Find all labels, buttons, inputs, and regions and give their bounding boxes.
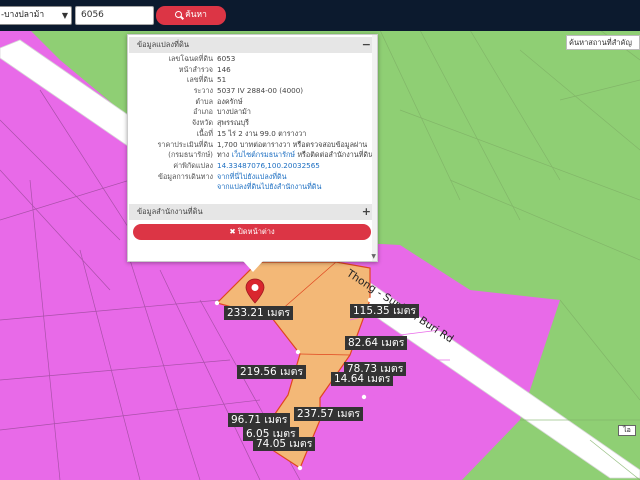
info-label: เลขที่ดิน bbox=[186, 75, 213, 85]
parcel-info-title: ข้อมูลแปลงที่ดิน bbox=[137, 40, 189, 49]
info-row: เลขที่ดิน 51 bbox=[129, 75, 374, 86]
expand-icon[interactable]: + bbox=[362, 204, 371, 220]
district-select[interactable]: -บางปลาม้า ▼ bbox=[0, 6, 72, 25]
info-label: (กรมธนารักษ์) bbox=[168, 150, 213, 160]
info-label: ข้อมูลการเดินทาง bbox=[158, 171, 213, 181]
top-toolbar: -บางปลาม้า ▼ 6056 ค้นหา bbox=[0, 0, 640, 31]
info-row: อำเภอ บางปลาม้า bbox=[129, 107, 374, 118]
land-office-title: ข้อมูลสำนักงานที่ดิน bbox=[137, 207, 203, 216]
info-row: (กรมธนารักษ์) ทาง เว็บไซต์กรมธนารักษ์ หรื… bbox=[129, 150, 374, 161]
info-value: สุพรรณบุรี bbox=[217, 118, 249, 128]
value-suffix: หรือติดต่อสำนักงานที่ดิน bbox=[295, 150, 374, 160]
map-badge[interactable]: ไอ bbox=[618, 425, 636, 436]
value-prefix: ทาง bbox=[217, 150, 232, 160]
info-row: เนื้อที่ 15 ไร่ 2 งาน 99.0 ตารางวา bbox=[129, 129, 374, 140]
info-row: ระวาง 5037 IV 2884-00 (4000) bbox=[129, 86, 374, 97]
parcel-info-header[interactable]: ข้อมูลแปลงที่ดิน − bbox=[129, 37, 374, 53]
info-label: ระวาง bbox=[193, 86, 213, 96]
scroll-down-icon[interactable]: ▼ bbox=[371, 253, 376, 260]
info-value: 51 bbox=[217, 75, 227, 85]
distance-label: 219.56 เมตร bbox=[237, 365, 307, 379]
info-label: จังหวัด bbox=[191, 118, 213, 128]
directions-to-parcel-link[interactable]: จากที่นี่ไปยังแปลงที่ดิน bbox=[217, 172, 287, 183]
info-label: ค่าพิกัดแปลง bbox=[173, 160, 213, 170]
parcel-info-rows: เลขโฉนดที่ดิน 6053 หน้าสำรวจ 146 เลขที่ดิน… bbox=[129, 54, 374, 193]
coordinates-link[interactable]: 14.33487076,100.20032565 bbox=[217, 161, 320, 172]
info-row: จังหวัด สุพรรณบุรี bbox=[129, 118, 374, 129]
collapse-icon[interactable]: − bbox=[362, 37, 371, 53]
search-button-label: ค้นหา bbox=[185, 10, 207, 20]
info-value: 146 bbox=[217, 64, 231, 74]
info-row: หน้าสำรวจ 146 bbox=[129, 65, 374, 76]
location-pin-icon[interactable] bbox=[245, 278, 265, 304]
distance-label: 115.35 เมตร bbox=[350, 304, 420, 318]
district-select-value: -บางปลาม้า bbox=[1, 10, 45, 20]
distance-label: 233.21 เมตร bbox=[224, 306, 294, 320]
popup-tail bbox=[243, 261, 263, 272]
distance-label: 74.05 เมตร bbox=[253, 437, 316, 451]
info-label: เลขโฉนดที่ดิน bbox=[168, 54, 213, 63]
info-row: ข้อมูลการเดินทาง จากที่นี่ไปยังแปลงที่ดิน bbox=[129, 172, 374, 183]
popup-scrollbar[interactable] bbox=[372, 35, 377, 261]
info-label: อำเภอ bbox=[193, 107, 213, 117]
search-button[interactable]: ค้นหา bbox=[156, 6, 226, 25]
chevron-down-icon: ▼ bbox=[61, 11, 68, 20]
info-label: หน้าสำรวจ bbox=[178, 64, 213, 74]
info-row: ราคาประเมินที่ดิน 1,700 บาทต่อตารางวา หรื… bbox=[129, 140, 374, 151]
info-value: 1,700 บาทต่อตารางวา หรือตรวจสอบข้อมูลผ่า… bbox=[217, 139, 368, 149]
info-label: ราคาประเมินที่ดิน bbox=[157, 139, 213, 149]
distance-label: 82.64 เมตร bbox=[345, 336, 408, 350]
info-value: ทาง เว็บไซต์กรมธนารักษ์ หรือติดต่อสำนักง… bbox=[217, 150, 373, 161]
directions-to-office-link[interactable]: จากแปลงที่ดินไปยังสำนักงานที่ดิน bbox=[217, 182, 321, 193]
distance-label: 14.64 เมตร bbox=[331, 372, 394, 386]
info-row: จากแปลงที่ดินไปยังสำนักงานที่ดิน bbox=[129, 182, 374, 193]
info-label: ตำบล bbox=[195, 96, 213, 106]
info-value: 5037 IV 2884-00 (4000) bbox=[217, 86, 304, 96]
parcel-info-popup: ข้อมูลแปลงที่ดิน − เลขโฉนดที่ดิน 6053 หน้… bbox=[127, 34, 378, 262]
distance-label: 96.71 เมตร bbox=[228, 413, 291, 427]
parcel-number-input[interactable]: 6056 bbox=[75, 6, 154, 25]
close-window-button[interactable]: ✖ ปิดหน้าต่าง bbox=[133, 224, 371, 240]
info-row: ตำบล องครักษ์ bbox=[129, 97, 374, 108]
landmark-search-input[interactable]: ค้นหาสถานที่สำคัญ bbox=[566, 35, 640, 50]
info-value: 15 ไร่ 2 งาน 99.0 ตารางวา bbox=[217, 128, 307, 138]
search-icon bbox=[175, 11, 183, 18]
info-label: เนื้อที่ bbox=[196, 128, 213, 138]
info-row: เลขโฉนดที่ดิน 6053 bbox=[129, 54, 374, 65]
info-row: ค่าพิกัดแปลง 14.33487076,100.20032565 bbox=[129, 161, 374, 172]
treasury-website-link[interactable]: เว็บไซต์กรมธนารักษ์ bbox=[232, 150, 295, 159]
info-value: บางปลาม้า bbox=[217, 107, 251, 117]
info-value: 6053 bbox=[217, 54, 236, 63]
land-office-header[interactable]: ข้อมูลสำนักงานที่ดิน + bbox=[129, 204, 374, 220]
info-value: องครักษ์ bbox=[217, 96, 243, 106]
distance-label: 237.57 เมตร bbox=[294, 407, 364, 421]
